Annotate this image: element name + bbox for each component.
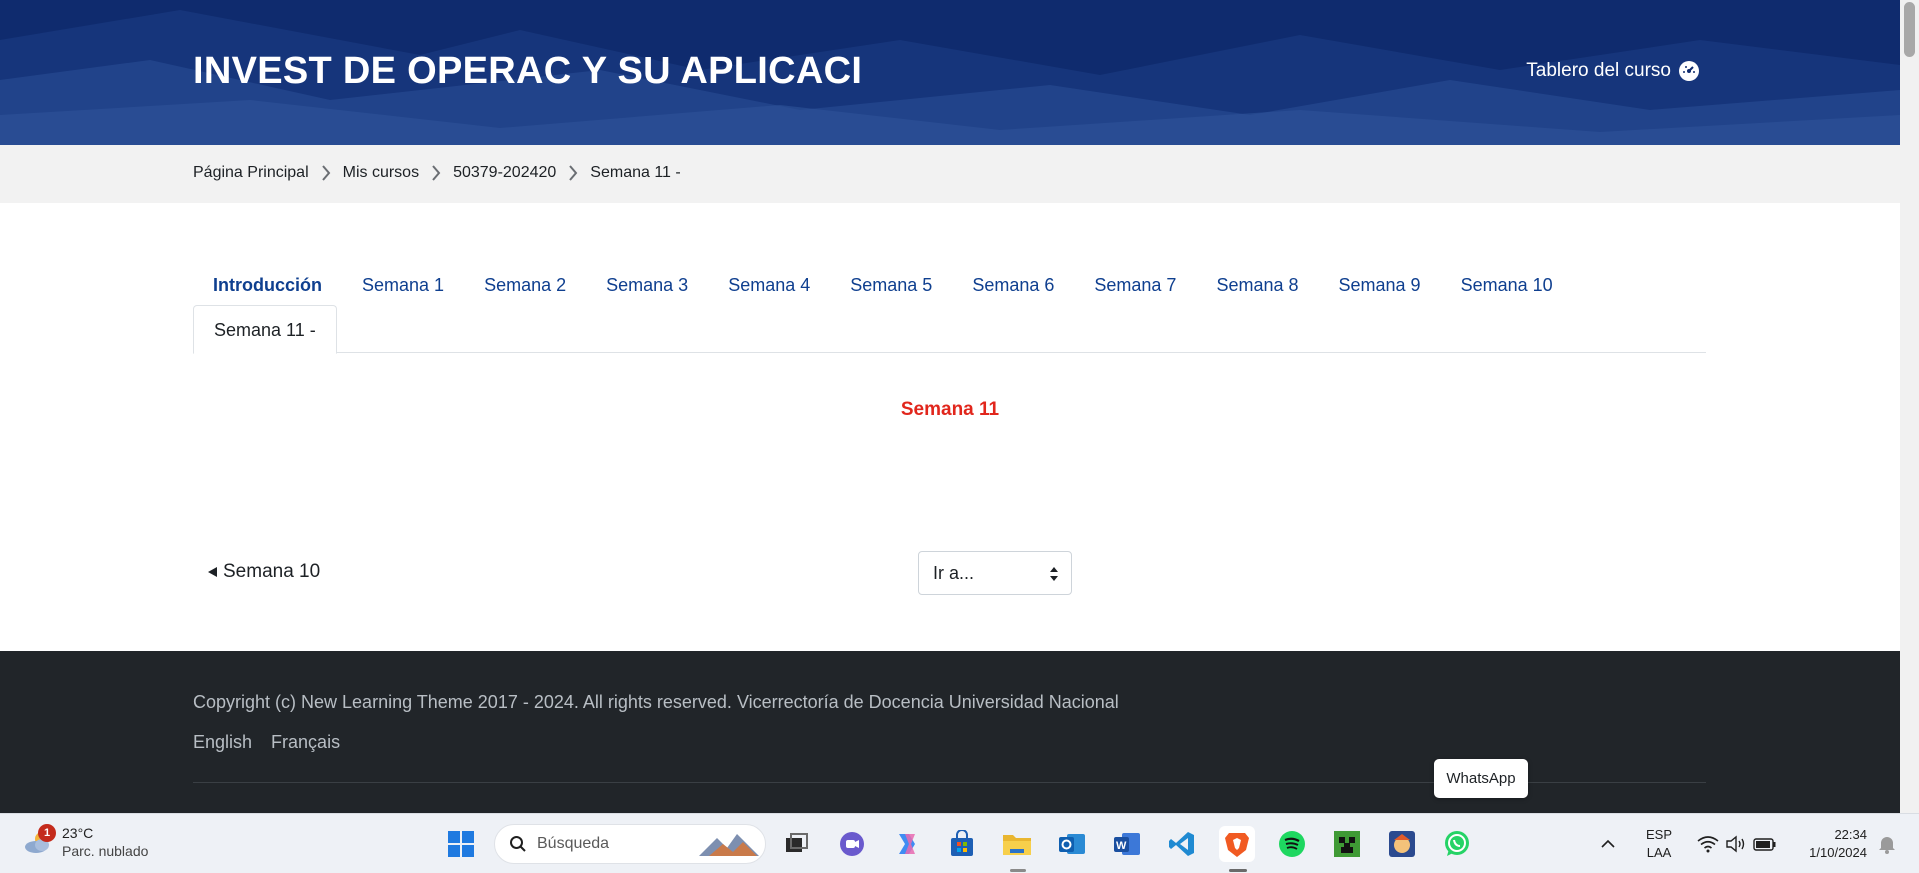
language-english-link[interactable]: English <box>193 732 252 753</box>
windows-start-icon[interactable] <box>443 826 479 862</box>
task-view-icon[interactable] <box>779 826 815 862</box>
breadcrumb-bar: Página Principal Mis cursos 50379-202420… <box>0 145 1900 203</box>
section-tabs-row-2: Semana 11 - <box>193 305 1706 354</box>
svg-text:W: W <box>1116 840 1127 852</box>
chevron-right-icon <box>321 165 330 181</box>
teams-chat-icon[interactable] <box>834 826 870 862</box>
notifications-bell-icon[interactable] <box>1874 826 1900 862</box>
search-icon <box>510 836 526 852</box>
battery-icon <box>1753 838 1776 851</box>
language-french-link[interactable]: Français <box>271 732 340 753</box>
file-explorer-icon[interactable] <box>999 826 1035 862</box>
weather-condition: Parc. nublado <box>62 843 149 859</box>
weather-temperature: 23°C <box>62 825 94 841</box>
search-placeholder: Búsqueda <box>537 835 610 852</box>
weather-widget[interactable]: 1 23°C Parc. nublado <box>22 824 148 860</box>
input-language-code: ESP <box>1646 827 1673 842</box>
spotify-icon[interactable] <box>1274 826 1310 862</box>
breadcrumb-my-courses[interactable]: Mis cursos <box>343 164 419 182</box>
course-dashboard-link[interactable]: Tablero del curso <box>1526 60 1699 82</box>
tab-introduccion[interactable]: Introducción <box>193 265 342 305</box>
course-dashboard-label: Tablero del curso <box>1526 60 1671 81</box>
breadcrumb-current-section[interactable]: Semana 11 - <box>590 164 680 182</box>
language-links: English Français <box>193 732 340 753</box>
tab-semana-1[interactable]: Semana 1 <box>342 265 464 305</box>
file-explorer-running-indicator <box>1010 869 1026 872</box>
whatsapp-icon[interactable] <box>1439 826 1475 862</box>
volume-icon <box>1726 835 1745 853</box>
input-language-indicator[interactable]: ESP LAA <box>1646 826 1672 862</box>
tab-semana-8[interactable]: Semana 8 <box>1196 265 1318 305</box>
taskbar-search-box[interactable]: Búsqueda <box>494 824 766 864</box>
jump-to-select[interactable]: Ir a... <box>918 551 1072 595</box>
chevron-right-icon <box>569 165 578 181</box>
breadcrumb-home[interactable]: Página Principal <box>193 164 309 182</box>
copyright-text: Copyright (c) New Learning Theme 2017 - … <box>193 692 1119 712</box>
tab-semana-3[interactable]: Semana 3 <box>586 265 708 305</box>
tab-semana-5[interactable]: Semana 5 <box>830 265 952 305</box>
previous-section-link[interactable]: Semana 10 <box>208 561 320 583</box>
weather-cloud-icon: 1 <box>22 824 56 856</box>
microsoft-store-icon[interactable] <box>944 826 980 862</box>
course-title[interactable]: INVEST DE OPERAC Y SU APLICACI <box>193 50 862 93</box>
tab-semana-11-active[interactable]: Semana 11 - <box>193 305 337 354</box>
outlook-icon[interactable] <box>1054 826 1090 862</box>
page-scrollbar[interactable] <box>1900 0 1919 813</box>
page-footer: Copyright (c) New Learning Theme 2017 - … <box>0 651 1900 813</box>
brave-running-indicator <box>1229 869 1247 872</box>
tab-semana-10[interactable]: Semana 10 <box>1441 265 1573 305</box>
clock-time: 22:34 <box>1834 827 1867 842</box>
game-app-icon[interactable] <box>1384 826 1420 862</box>
course-header: INVEST DE OPERAC Y SU APLICACI Tablero d… <box>0 0 1900 145</box>
input-language-layout: LAA <box>1646 845 1672 860</box>
word-icon[interactable]: W <box>1109 826 1145 862</box>
breadcrumb-course[interactable]: 50379-202420 <box>453 164 556 182</box>
tab-semana-9[interactable]: Semana 9 <box>1319 265 1441 305</box>
section-tabs: Introducción Semana 1 Semana 2 Semana 3 … <box>193 265 1706 354</box>
windows-taskbar: 1 23°C Parc. nublado Búsqueda W ESP LAA … <box>0 813 1919 873</box>
jump-to-value: Ir a... <box>933 562 975 583</box>
system-status-group[interactable] <box>1692 826 1782 862</box>
scrollbar-thumb[interactable] <box>1904 2 1915 57</box>
breadcrumb: Página Principal Mis cursos 50379-202420… <box>193 164 681 182</box>
weather-badge: 1 <box>38 824 56 842</box>
search-highlight-image-icon <box>699 834 759 856</box>
tab-semana-7[interactable]: Semana 7 <box>1074 265 1196 305</box>
clock-date: 1/10/2024 <box>1809 845 1867 860</box>
whatsapp-tooltip: WhatsApp <box>1434 759 1528 798</box>
tab-semana-4[interactable]: Semana 4 <box>708 265 830 305</box>
wifi-icon <box>1697 836 1719 853</box>
minecraft-icon[interactable] <box>1329 826 1365 862</box>
copilot-icon[interactable] <box>889 826 925 862</box>
chevron-right-icon <box>432 165 441 181</box>
tab-semana-2[interactable]: Semana 2 <box>464 265 586 305</box>
previous-section-label: Semana 10 <box>223 561 321 582</box>
dashboard-gauge-icon <box>1679 61 1699 81</box>
show-hidden-icons-chevron-icon[interactable] <box>1594 826 1622 862</box>
vscode-icon[interactable] <box>1164 826 1200 862</box>
select-arrows-icon <box>1050 567 1058 581</box>
brave-browser-icon[interactable] <box>1219 826 1255 862</box>
tab-semana-6[interactable]: Semana 6 <box>952 265 1074 305</box>
section-title: Semana 11 <box>900 399 1000 420</box>
taskbar-clock[interactable]: 22:34 1/10/2024 <box>1795 826 1867 862</box>
section-tabs-row: Introducción Semana 1 Semana 2 Semana 3 … <box>193 265 1706 305</box>
triangle-left-icon <box>208 567 217 577</box>
